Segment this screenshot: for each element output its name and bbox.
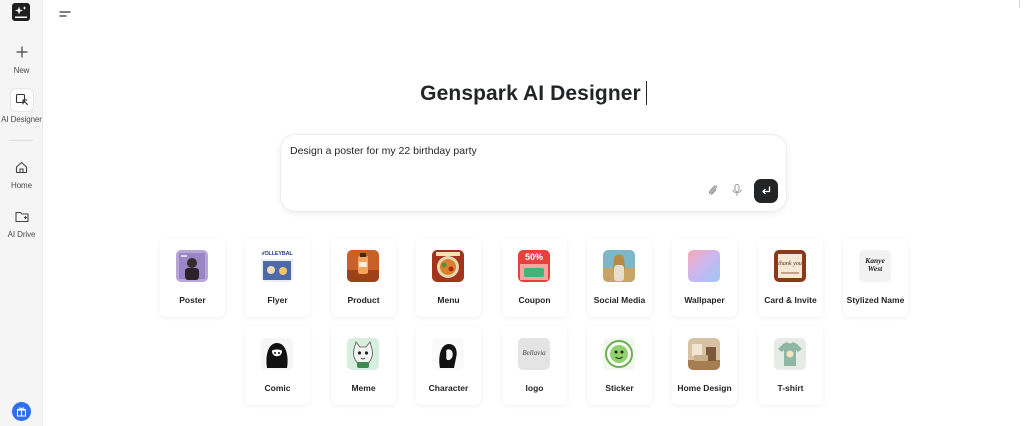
stylized-name-thumb-text: Kanye West [865,256,885,273]
category-label: Comic [264,383,291,393]
category-label: Flyer [267,295,288,305]
sidebar-item-new[interactable]: New [0,42,43,75]
sidebar-divider [10,140,33,141]
category-label: Menu [437,295,460,305]
sidebar-item-label: Home [11,181,32,190]
category-card-product[interactable]: Product [331,238,396,317]
category-label: Coupon [518,295,551,305]
category-label: Character [428,383,469,393]
product-thumbnail-icon [347,250,379,282]
category-card-meme[interactable]: Meme [331,326,396,405]
page-title: Genspark AI Designer [420,82,641,105]
folder-icon [12,206,32,226]
send-button[interactable] [754,179,778,203]
flyer-thumbnail-icon: VOLLEYBALL [261,250,293,282]
category-label: Meme [351,383,376,393]
social-media-thumbnail-icon [603,250,635,282]
category-card-logo[interactable]: Bellavia logo [502,326,567,405]
sidebar: New AI Designer Home AI Drive [0,0,43,426]
category-card-character[interactable]: Character [416,326,481,405]
coupon-thumb-text: 50% [524,252,543,262]
genspark-logo-icon[interactable] [12,3,30,21]
home-design-thumbnail-icon [688,338,720,370]
sidebar-item-label: New [13,66,30,75]
category-label: Sticker [605,383,634,393]
category-label: Product [347,295,380,305]
card-thumb-text: thank you [778,261,802,267]
category-card-card-invite[interactable]: thank you Card & Invite [758,238,823,317]
app-root: New AI Designer Home AI Drive Genspark A… [0,0,1024,426]
logo-thumb-text: Bellavia [522,349,546,357]
home-icon [12,157,32,177]
category-card-home-design[interactable]: Home Design [672,326,737,405]
sidebar-item-label: AI Designer [1,115,42,124]
attachment-icon[interactable] [706,183,720,197]
poster-thumbnail-icon [176,250,208,282]
logo-thumbnail-icon: Bellavia [518,338,550,370]
category-card-poster[interactable]: Poster [160,238,225,317]
category-card-flyer[interactable]: VOLLEYBALL Flyer [245,238,310,317]
category-card-coupon[interactable]: 50% Coupon [502,238,567,317]
text-caret [645,81,647,105]
prompt-box [281,135,786,211]
category-label: Poster [179,295,206,305]
flyer-thumb-text: VOLLEYBALL [261,251,293,257]
scrollbar-track [1019,0,1020,8]
microphone-icon[interactable] [730,183,744,197]
enter-icon [762,186,771,195]
category-card-wallpaper[interactable]: Wallpaper [672,238,737,317]
character-thumbnail-icon [432,338,464,370]
prompt-input[interactable] [290,145,760,185]
category-label: Home Design [677,383,732,393]
meme-thumbnail-icon [347,338,379,370]
sidebar-item-home[interactable]: Home [0,157,43,190]
category-card-stylized-name[interactable]: Kanye West Stylized Name [843,238,908,317]
coupon-thumbnail-icon: 50% [518,250,550,282]
category-card-comic[interactable]: Comic [245,326,310,405]
category-card-menu[interactable]: Menu [416,238,481,317]
category-card-sticker[interactable]: Sticker [587,326,652,405]
card-invite-thumbnail-icon: thank you [774,250,806,282]
sticker-thumbnail-icon [603,338,635,370]
category-card-t-shirt[interactable]: T-shirt [758,326,823,405]
menu-toggle-icon[interactable] [58,7,72,19]
category-label: logo [525,383,544,393]
category-label: Stylized Name [846,295,905,305]
menu-thumbnail-icon [432,250,464,282]
comic-thumbnail-icon [261,338,293,370]
sidebar-item-label: AI Drive [7,230,36,239]
stylized-name-thumbnail-icon: Kanye West [859,250,891,282]
sidebar-item-ai-drive[interactable]: AI Drive [0,206,43,239]
category-card-social-media[interactable]: Social Media [587,238,652,317]
category-label: T-shirt [777,383,804,393]
category-label: Card & Invite [764,295,817,305]
gift-icon[interactable] [12,402,31,421]
category-label: Wallpaper [684,295,725,305]
t-shirt-thumbnail-icon [774,338,806,370]
wallpaper-thumbnail-icon [688,250,720,282]
page-title-wrap: Genspark AI Designer [0,81,1024,106]
category-label: Social Media [593,295,646,305]
plus-icon [12,42,32,62]
